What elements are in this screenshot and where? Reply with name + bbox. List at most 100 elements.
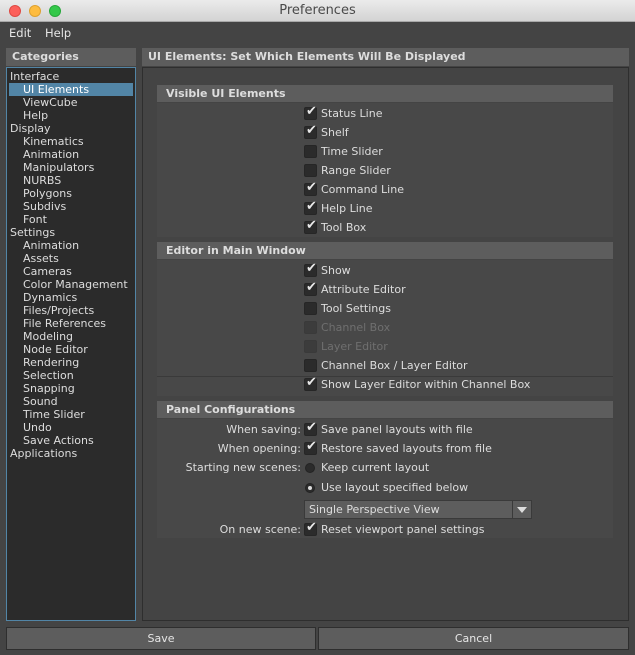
editor-option[interactable]: ✔ Show <box>304 261 604 279</box>
editor-checkbox[interactable]: ✔ <box>304 375 317 391</box>
visible_ui-checkbox[interactable] <box>304 145 317 158</box>
section-visible-ui-header[interactable]: Visible UI Elements <box>157 85 613 102</box>
category-item[interactable]: Animation <box>9 148 133 161</box>
category-item[interactable]: Cameras <box>9 265 133 278</box>
category-item[interactable]: Polygons <box>9 187 133 200</box>
category-item[interactable]: Font <box>9 213 133 226</box>
category-item[interactable]: Display <box>9 122 133 135</box>
categories-header: Categories <box>6 48 136 66</box>
layout-dropdown[interactable]: Single Perspective View <box>304 500 532 519</box>
layout-dropdown-value: Single Perspective View <box>309 503 440 516</box>
category-item[interactable]: File References <box>9 317 133 330</box>
category-item[interactable]: Undo <box>9 421 133 434</box>
check-icon: ✔ <box>306 218 317 233</box>
title-bar: Preferences <box>0 0 635 22</box>
visible_ui-checkbox[interactable]: ✔ <box>304 218 317 234</box>
visible_ui-checkbox[interactable] <box>304 164 317 177</box>
check-icon: ✔ <box>306 280 317 295</box>
save-panel-layouts-label: Save panel layouts with file <box>321 423 473 436</box>
check-icon: ✔ <box>306 261 317 276</box>
category-item[interactable]: Snapping <box>9 382 133 395</box>
category-item[interactable]: Modeling <box>9 330 133 343</box>
category-item[interactable]: UI Elements <box>9 83 133 96</box>
categories-list[interactable]: Interface UI Elements ViewCube Help Display K… <box>6 67 136 621</box>
editor-checkbox[interactable]: ✔ <box>304 261 317 277</box>
visible_ui-checkbox[interactable]: ✔ <box>304 104 317 120</box>
visible_ui-label: Status Line <box>321 107 383 120</box>
category-item[interactable]: Color Management <box>9 278 133 291</box>
use-layout-below-option[interactable]: Use layout specified below <box>304 480 604 496</box>
visible_ui-option[interactable]: ✔ Status Line <box>304 104 604 122</box>
save-button[interactable]: Save <box>6 627 316 650</box>
editor-checkbox[interactable] <box>304 321 317 334</box>
layout-dropdown-button[interactable] <box>512 501 531 518</box>
editor-option[interactable]: Layer Editor <box>304 339 604 355</box>
editor-checkbox[interactable] <box>304 340 317 353</box>
editor-label: Attribute Editor <box>321 283 406 296</box>
category-item[interactable]: Time Slider <box>9 408 133 421</box>
restore-layouts-option[interactable]: ✔ Restore saved layouts from file <box>304 439 604 457</box>
editor-option[interactable]: Channel Box / Layer Editor <box>304 358 604 374</box>
category-item[interactable]: Node Editor <box>9 343 133 356</box>
reset-viewport-checkbox[interactable]: ✔ <box>304 520 317 536</box>
section-editor-header[interactable]: Editor in Main Window <box>157 242 613 259</box>
visible_ui-checkbox[interactable]: ✔ <box>304 180 317 196</box>
on-new-scene-label: On new scene: <box>219 523 301 536</box>
editor-checkbox[interactable]: ✔ <box>304 280 317 296</box>
visible_ui-option[interactable]: ✔ Command Line <box>304 180 604 198</box>
visible_ui-option[interactable]: ✔ Tool Box <box>304 218 604 236</box>
when-saving-label: When saving: <box>226 423 301 436</box>
cancel-button[interactable]: Cancel <box>318 627 629 650</box>
category-item[interactable]: Sound <box>9 395 133 408</box>
category-item[interactable]: Dynamics <box>9 291 133 304</box>
visible_ui-option[interactable]: Time Slider <box>304 144 604 160</box>
category-item[interactable]: Manipulators <box>9 161 133 174</box>
editor-checkbox[interactable] <box>304 359 317 372</box>
visible_ui-option[interactable]: Range Slider <box>304 163 604 179</box>
divider <box>157 376 613 377</box>
category-item[interactable]: Animation <box>9 239 133 252</box>
starting-new-scenes-label: Starting new scenes: <box>185 461 301 474</box>
menu-help[interactable]: Help <box>45 26 71 40</box>
category-item[interactable]: Save Actions <box>9 434 133 447</box>
check-icon: ✔ <box>306 104 317 119</box>
keep-current-layout-radio[interactable] <box>305 463 315 473</box>
editor-option[interactable]: ✔ Show Layer Editor within Channel Box <box>304 375 604 393</box>
use-layout-below-label: Use layout specified below <box>321 481 469 494</box>
category-item[interactable]: Settings <box>9 226 133 239</box>
category-item[interactable]: Applications <box>9 447 133 460</box>
editor-option[interactable]: Channel Box <box>304 320 604 336</box>
window-title: Preferences <box>279 3 356 18</box>
main-panel-header: UI Elements: Set Which Elements Will Be … <box>142 48 629 66</box>
category-item[interactable]: Subdivs <box>9 200 133 213</box>
editor-option[interactable]: Tool Settings <box>304 301 604 317</box>
visible_ui-option[interactable]: ✔ Help Line <box>304 199 604 217</box>
keep-current-layout-option[interactable]: Keep current layout <box>304 460 604 476</box>
category-item[interactable]: Interface <box>9 70 133 83</box>
menu-edit[interactable]: Edit <box>9 26 31 40</box>
visible_ui-label: Tool Box <box>321 221 367 234</box>
editor-checkbox[interactable] <box>304 302 317 315</box>
save-panel-layouts-option[interactable]: ✔ Save panel layouts with file <box>304 420 604 438</box>
visible_ui-option[interactable]: ✔ Shelf <box>304 123 604 141</box>
save-panel-layouts-checkbox[interactable]: ✔ <box>304 420 317 436</box>
editor-option[interactable]: ✔ Attribute Editor <box>304 280 604 298</box>
category-item[interactable]: Rendering <box>9 356 133 369</box>
restore-layouts-checkbox[interactable]: ✔ <box>304 439 317 455</box>
reset-viewport-option[interactable]: ✔ Reset viewport panel settings <box>304 520 604 538</box>
category-item[interactable]: Help <box>9 109 133 122</box>
chevron-down-icon <box>517 507 527 513</box>
category-item[interactable]: Files/Projects <box>9 304 133 317</box>
check-icon: ✔ <box>306 439 317 454</box>
section-panel-header[interactable]: Panel Configurations <box>157 401 613 418</box>
category-item[interactable]: NURBS <box>9 174 133 187</box>
category-item[interactable]: Assets <box>9 252 133 265</box>
use-layout-below-radio[interactable] <box>305 483 315 493</box>
category-item[interactable]: ViewCube <box>9 96 133 109</box>
check-icon: ✔ <box>306 199 317 214</box>
visible_ui-checkbox[interactable]: ✔ <box>304 199 317 215</box>
visible_ui-checkbox[interactable]: ✔ <box>304 123 317 139</box>
category-item[interactable]: Selection <box>9 369 133 382</box>
category-item[interactable]: Kinematics <box>9 135 133 148</box>
editor-label: Tool Settings <box>321 302 391 315</box>
